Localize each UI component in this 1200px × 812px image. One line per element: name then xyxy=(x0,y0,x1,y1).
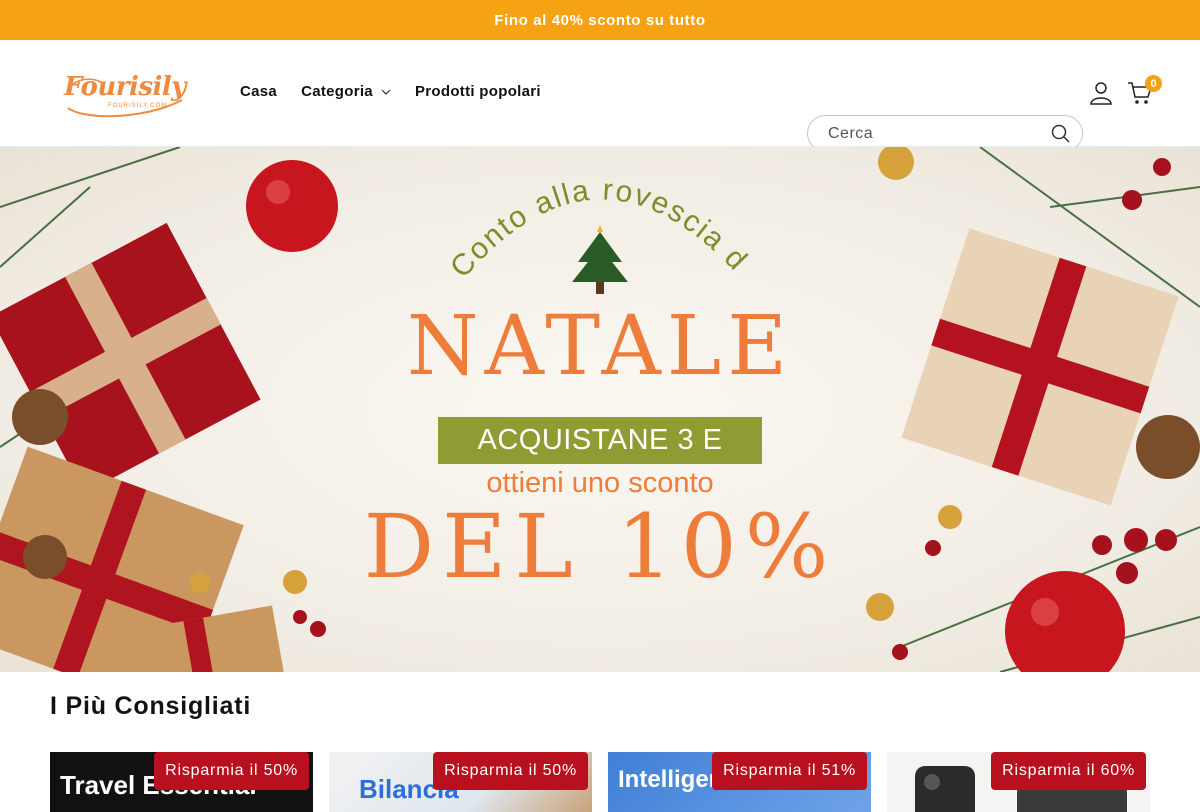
nav-item-casa[interactable]: Casa xyxy=(240,83,277,100)
nav-item-label: Categoria xyxy=(301,83,373,100)
discount-badge: Risparmia il 50% xyxy=(433,752,588,790)
nav-item-label: Casa xyxy=(240,83,278,100)
logo-subtext: FOURISILY.COM xyxy=(108,103,168,109)
site-header: Fourisily FOURISILY.COM Casa Categoria P… xyxy=(0,40,1200,152)
hero-band: ACQUISTANE 3 E xyxy=(438,417,762,464)
nav-item-prodotti-popolari[interactable]: Prodotti popolari xyxy=(415,83,541,100)
announcement-bar: Fino al 40% sconto su tutto xyxy=(0,0,1200,40)
product-grid: Travel Essential Risparmia il 50% Bilanc… xyxy=(50,752,1150,812)
logo[interactable]: Fourisily FOURISILY.COM xyxy=(64,70,186,120)
product-card[interactable]: Bilancia Risparmia il 50% xyxy=(329,752,592,812)
logo-text: Fourisily xyxy=(64,72,186,102)
product-card[interactable]: Intelligen Risparmia il 51% xyxy=(608,752,871,812)
product-card[interactable]: Travel Essential Risparmia il 50% xyxy=(50,752,313,812)
section-title: I Più Consigliati xyxy=(50,692,252,720)
cart-count-badge: 0 xyxy=(1145,75,1162,92)
search-input[interactable] xyxy=(828,124,1050,143)
main-nav: Casa Categoria Prodotti popolari xyxy=(240,83,541,100)
search-icon[interactable] xyxy=(1050,123,1072,145)
hero-discount: DEL 10% xyxy=(363,495,837,598)
account-icon[interactable] xyxy=(1089,81,1113,105)
nav-item-categoria[interactable]: Categoria xyxy=(301,83,391,100)
nav-item-label: Prodotti popolari xyxy=(414,83,541,100)
discount-badge: Risparmia il 50% xyxy=(154,752,309,790)
announcement-text: Fino al 40% sconto su tutto xyxy=(494,11,706,29)
hero-banner[interactable]: Conto alla rovescia di NATALE ACQUISTANE… xyxy=(0,147,1200,672)
product-image-text: Intelligen xyxy=(618,766,724,793)
discount-badge: Risparmia il 60% xyxy=(991,752,1146,790)
chevron-down-icon xyxy=(381,89,391,95)
hero-title: NATALE xyxy=(406,299,794,394)
discount-badge: Risparmia il 51% xyxy=(712,752,867,790)
product-card[interactable]: Risparmia il 60% xyxy=(887,752,1150,812)
